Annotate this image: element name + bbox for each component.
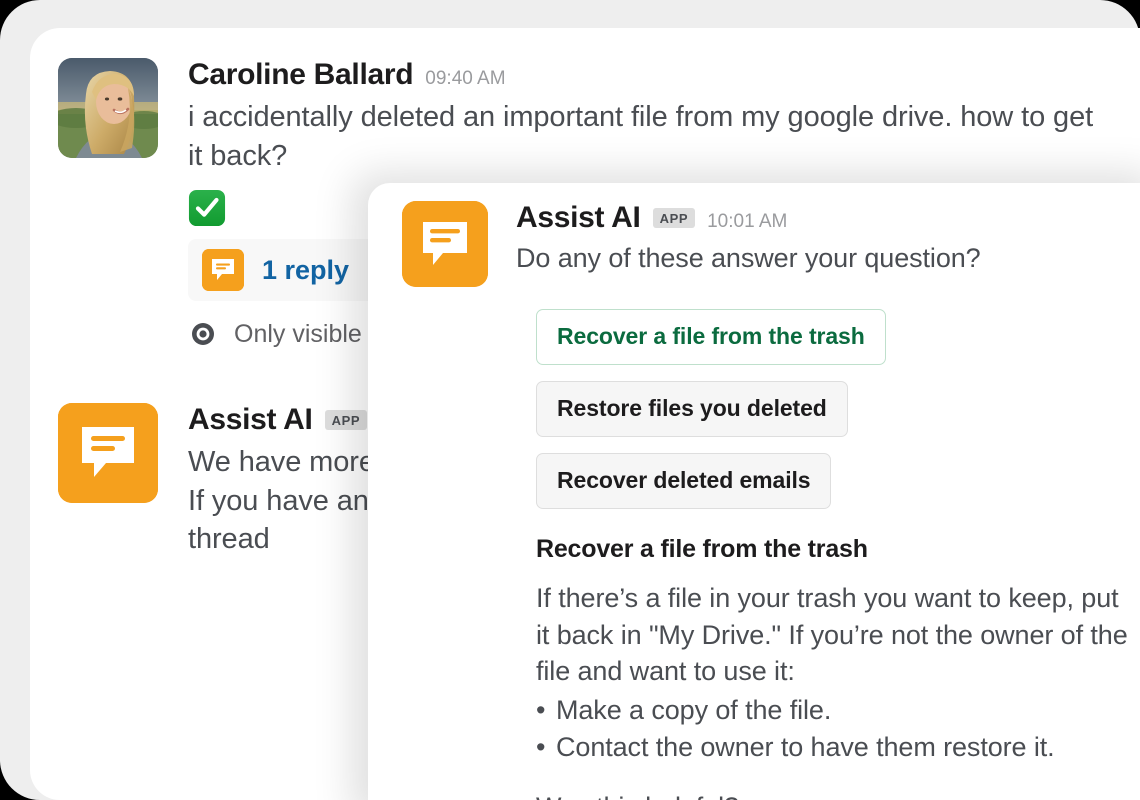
app-badge: APP	[324, 410, 368, 430]
answer-bullet: Make a copy of the file.	[536, 692, 1136, 729]
answer-paragraph: If there’s a file in your trash you want…	[536, 583, 1128, 687]
message-header: Caroline Ballard 09:40 AM	[188, 58, 1140, 92]
assist-ai-icon	[202, 249, 244, 292]
message-author[interactable]: Assist AI	[188, 403, 313, 437]
answer-card-header: Assist AI APP 10:01 AM Do any of these a…	[402, 201, 1140, 287]
message-timestamp[interactable]: 09:40 AM	[425, 68, 505, 90]
answer-section: Recover a file from the trash If there’s…	[536, 535, 1140, 766]
answer-card-header-row: Assist AI APP 10:01 AM	[516, 201, 981, 235]
avatar[interactable]	[58, 58, 158, 158]
thread-reply-count[interactable]: 1 reply	[262, 255, 349, 286]
white-check-mark-icon[interactable]	[188, 189, 226, 227]
suggestion-button-recover-file-trash[interactable]: Recover a file from the trash	[536, 309, 886, 365]
answer-card-question: Do any of these answer your question?	[516, 243, 981, 273]
assist-ai-avatar-icon	[58, 403, 158, 503]
answer-bullet: Contact the owner to have them restore i…	[536, 729, 1136, 766]
answer-card-author[interactable]: Assist AI	[516, 201, 641, 235]
answer-card-content: Assist AI APP 10:01 AM Do any of these a…	[402, 201, 1140, 800]
message-author[interactable]: Caroline Ballard	[188, 58, 414, 92]
eye-icon	[192, 323, 214, 346]
slack-message-pane: Caroline Ballard 09:40 AM i accidentally…	[30, 28, 1140, 800]
feedback-prompt: Was this helpful?	[536, 792, 1140, 800]
answer-card-timestamp[interactable]: 10:01 AM	[707, 211, 787, 233]
suggestion-button-recover-deleted-emails[interactable]: Recover deleted emails	[536, 453, 832, 509]
answer-title: Recover a file from the trash	[536, 535, 868, 563]
answer-bullet-list: Make a copy of the file. Contact the own…	[536, 692, 1136, 765]
assist-ai-avatar-icon	[402, 201, 488, 287]
answer-card-headtext: Assist AI APP 10:01 AM Do any of these a…	[516, 201, 981, 274]
screenshot-stage: Caroline Ballard 09:40 AM i accidentally…	[0, 0, 1140, 800]
app-badge: APP	[652, 208, 696, 228]
suggestion-button-restore-files-deleted[interactable]: Restore files you deleted	[536, 381, 848, 437]
message-text: i accidentally deleted an important file…	[188, 101, 1094, 172]
assist-ai-answer-card: Assist AI APP 10:01 AM Do any of these a…	[368, 183, 1140, 800]
suggestion-list: Recover a file from the trash Restore fi…	[536, 309, 1140, 525]
